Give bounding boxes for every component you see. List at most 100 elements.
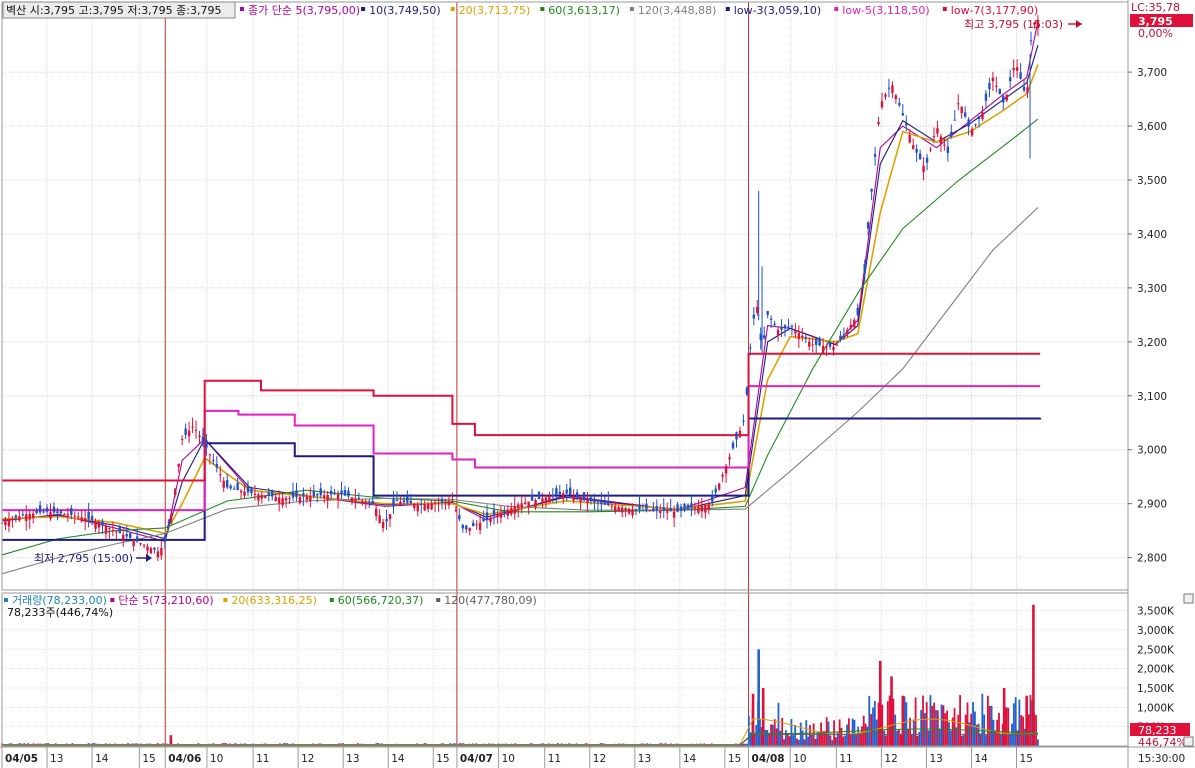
candle-body [624, 507, 627, 511]
candle-body [350, 497, 354, 502]
panel-toggle-icon[interactable] [1183, 593, 1194, 604]
candle-body [1015, 67, 1019, 71]
candle-body [614, 506, 617, 512]
volume-bar [779, 730, 782, 746]
candle-body [451, 500, 454, 502]
volume-bar [961, 735, 963, 746]
candle-body [704, 505, 707, 513]
candle-body [323, 495, 326, 498]
candle-body [970, 128, 974, 136]
candle-body [627, 508, 631, 514]
price-tick-label: 3,200 [1137, 337, 1167, 349]
candle-body [222, 480, 225, 488]
candle-body [769, 318, 773, 320]
volume-bar [929, 695, 932, 746]
candle-body [468, 527, 471, 532]
candle-body [790, 326, 794, 328]
candle-body [167, 525, 170, 529]
time-tick-label: 10 [210, 753, 223, 765]
candle-body [59, 511, 63, 514]
high-annotation: 최고 3,795 (15:03) [964, 18, 1063, 31]
candle-body [697, 506, 700, 513]
candle-body [333, 492, 336, 495]
volume-bar [831, 740, 834, 746]
candle-body [281, 498, 284, 506]
time-readout: 15:30:00 [1138, 753, 1185, 765]
candle-body [763, 335, 766, 339]
candle-body [679, 506, 683, 511]
candle-body [149, 548, 153, 554]
volume-bar [998, 712, 1000, 746]
stock-chart[interactable]: 2,800 2,900 3,000 3,100 3,200 3,300 3,400 3,500… [0, 0, 1195, 768]
ohlc-header: 벽산 시:3,795 고:3,795 저:3,795 종:3,795 [6, 4, 222, 17]
candle-body [177, 463, 180, 467]
candle-body [409, 500, 413, 504]
volume-bar [994, 730, 997, 746]
volume-bar [938, 728, 941, 746]
candle-body [648, 510, 652, 512]
volume-bar [1007, 707, 1010, 746]
candle-body [634, 509, 638, 511]
candle-body [426, 503, 430, 510]
time-tick-label: 11 [256, 753, 269, 765]
candle-body [510, 507, 513, 515]
candle-body [884, 94, 887, 97]
volume-bar [975, 724, 978, 746]
candle-body [735, 432, 738, 440]
volume-bar [957, 714, 960, 746]
candle-body [267, 492, 270, 496]
legend-item-3: 60(3,613,17) [548, 4, 620, 17]
candle-body [617, 506, 620, 511]
candle-body [548, 496, 551, 503]
volume-legend-swatch [223, 598, 228, 602]
volume-bar [896, 730, 898, 746]
candle-body [118, 527, 121, 534]
time-tick-label: 10 [502, 753, 515, 765]
candle-body [908, 135, 911, 143]
volume-bar [766, 729, 769, 746]
candle-body [752, 314, 756, 319]
volume-bar [847, 718, 850, 746]
price-tick-label: 3,400 [1137, 229, 1167, 241]
volume-bar [981, 693, 984, 746]
candle-body [388, 514, 392, 520]
candle-body [444, 501, 447, 503]
candle-body [728, 457, 731, 460]
candle-body [717, 483, 721, 490]
time-tick-label: 13 [929, 753, 942, 765]
candle-body [482, 518, 485, 522]
candle-body [745, 387, 749, 395]
volume-peak-bar [901, 695, 905, 746]
candle-body [821, 345, 825, 354]
candle-body [808, 341, 811, 347]
candle-body [1009, 77, 1012, 82]
candle-body [1002, 95, 1005, 103]
volume-bar [855, 734, 858, 746]
volume-sub-label: 78,233주(446,74%) [7, 606, 113, 619]
candle-body [610, 505, 613, 507]
candle-body [676, 504, 679, 512]
volume-bar [983, 714, 986, 746]
scroll-toggle-icon[interactable] [1183, 736, 1194, 747]
candle-body [420, 503, 423, 505]
candle-body [208, 454, 212, 456]
volume-bar [905, 702, 908, 746]
candle-body [45, 507, 49, 512]
candle-body [298, 496, 302, 504]
volume-bar [949, 730, 952, 746]
candle-body [440, 499, 444, 503]
candle-body [936, 128, 939, 134]
volume-bar [783, 739, 785, 746]
candle-body [731, 442, 735, 449]
candle-body [946, 146, 950, 154]
volume-bar [1027, 714, 1030, 746]
candle-body [773, 323, 776, 325]
volume-bar [1020, 715, 1023, 746]
legend-item-5: low-3(3,059,10) [734, 4, 821, 17]
candle-body [963, 112, 967, 117]
volume-bar [1037, 739, 1039, 746]
volume-bar [999, 734, 1002, 746]
candle-body [392, 499, 395, 507]
candle-body [264, 495, 267, 498]
candle-body [960, 106, 963, 113]
